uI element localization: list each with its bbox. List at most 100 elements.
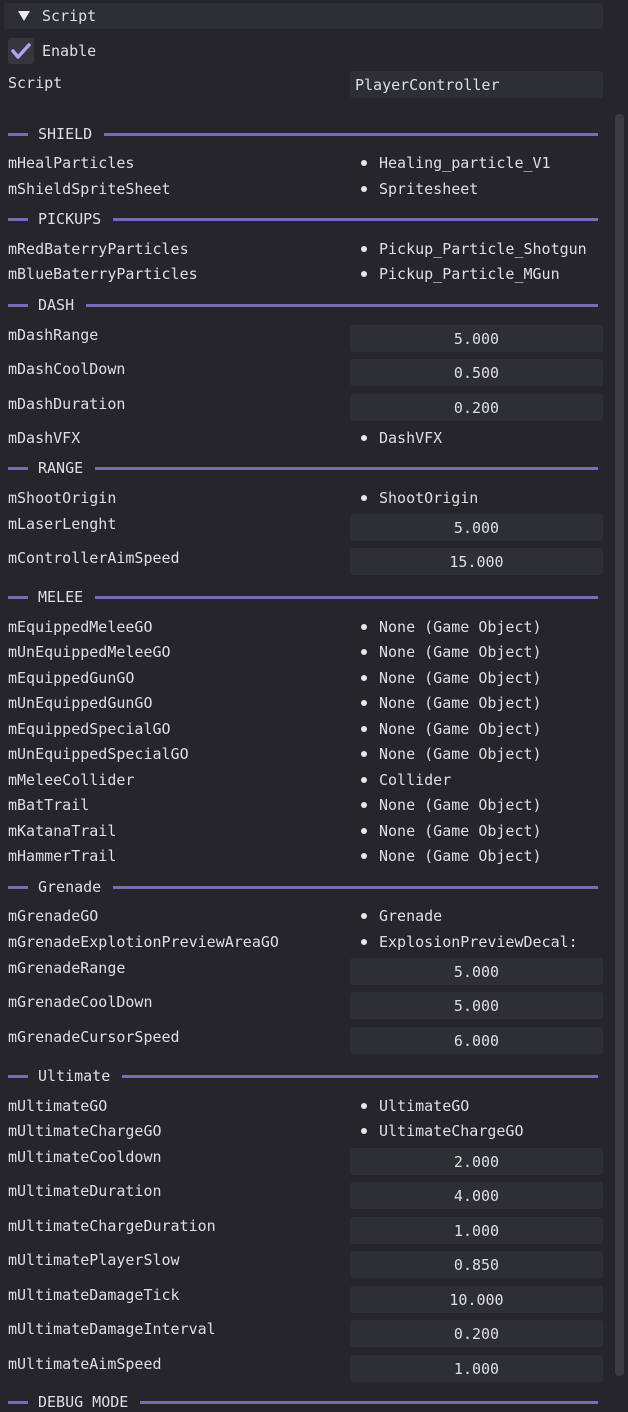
object-ref[interactable]: None (Game Object) bbox=[361, 642, 628, 662]
field-label: mControllerAimSpeed bbox=[8, 549, 180, 567]
field-label: mEquippedSpecialGO bbox=[8, 720, 171, 738]
object-ref[interactable]: ExplosionPreviewDecal: bbox=[361, 932, 628, 952]
object-ref[interactable]: ShootOrigin bbox=[361, 488, 628, 508]
object-ref-value: None (Game Object) bbox=[379, 643, 542, 661]
field-label: mEquippedMeleeGO bbox=[8, 618, 153, 636]
object-dot-icon bbox=[361, 675, 367, 681]
object-ref-value: None (Game Object) bbox=[379, 796, 542, 814]
object-dot-icon bbox=[361, 939, 367, 945]
number-value: 1.000 bbox=[453, 1359, 500, 1378]
field-label: mBlueBaterryParticles bbox=[8, 265, 198, 283]
object-ref[interactable]: Pickup_Particle_MGun bbox=[361, 264, 628, 284]
collapse-triangle-icon[interactable] bbox=[18, 11, 30, 21]
object-ref[interactable]: UltimateGO bbox=[361, 1096, 628, 1116]
script-field[interactable]: PlayerController bbox=[350, 71, 603, 98]
number-field[interactable]: 1.000 bbox=[350, 1355, 603, 1382]
number-field[interactable]: 5.000 bbox=[350, 325, 603, 352]
number-field[interactable]: 15.000 bbox=[350, 548, 603, 575]
object-ref-value: DashVFX bbox=[379, 429, 443, 447]
field-label: mDashRange bbox=[8, 326, 99, 344]
number-value: 5.000 bbox=[453, 518, 500, 537]
enable-toggle[interactable]: Enable bbox=[8, 38, 96, 64]
section-title: RANGE bbox=[38, 459, 84, 477]
number-field[interactable]: 0.500 bbox=[350, 359, 603, 386]
object-ref[interactable]: UltimateChargeGO bbox=[361, 1121, 628, 1141]
object-ref[interactable]: None (Game Object) bbox=[361, 719, 628, 739]
object-ref[interactable]: None (Game Object) bbox=[361, 744, 628, 764]
object-ref-value: Grenade bbox=[379, 907, 443, 925]
field-label: mDashDuration bbox=[8, 395, 126, 413]
field-label: mRedBaterryParticles bbox=[8, 240, 189, 258]
section-pickups: PICKUPS bbox=[8, 209, 598, 229]
section-ultimate: Ultimate bbox=[8, 1066, 598, 1086]
section-title: DASH bbox=[38, 296, 75, 314]
object-ref[interactable]: Healing_particle_V1 bbox=[361, 153, 628, 173]
field-label: mUltimateDamageInterval bbox=[8, 1320, 216, 1338]
enable-checkbox[interactable] bbox=[8, 38, 34, 64]
checkmark-icon bbox=[11, 43, 31, 59]
object-dot-icon bbox=[361, 1128, 367, 1134]
number-field[interactable]: 0.200 bbox=[350, 1320, 603, 1347]
section-grenade: Grenade bbox=[8, 877, 598, 897]
number-field[interactable]: 2.000 bbox=[350, 1148, 603, 1175]
object-dot-icon bbox=[361, 186, 367, 192]
number-field[interactable]: 5.000 bbox=[350, 992, 603, 1019]
number-field[interactable]: 5.000 bbox=[350, 958, 603, 985]
number-value: 5.000 bbox=[453, 996, 500, 1015]
object-dot-icon bbox=[361, 700, 367, 706]
field-label: mUltimateAimSpeed bbox=[8, 1355, 162, 1373]
section-title: DEBUG MODE bbox=[38, 1393, 129, 1411]
object-ref[interactable]: None (Game Object) bbox=[361, 693, 628, 713]
number-value: 0.850 bbox=[453, 1255, 500, 1274]
field-label: mDashCoolDown bbox=[8, 360, 126, 378]
number-field[interactable]: 5.000 bbox=[350, 514, 603, 541]
number-value: 4.000 bbox=[453, 1186, 500, 1205]
object-dot-icon bbox=[361, 435, 367, 441]
object-ref[interactable]: Grenade bbox=[361, 906, 628, 926]
field-label: mUnEquippedGunGO bbox=[8, 694, 153, 712]
number-value: 2.000 bbox=[453, 1152, 500, 1171]
number-field[interactable]: 0.200 bbox=[350, 394, 603, 421]
component-header[interactable]: Script bbox=[4, 3, 603, 29]
object-ref[interactable]: None (Game Object) bbox=[361, 846, 628, 866]
object-ref[interactable]: None (Game Object) bbox=[361, 795, 628, 815]
object-ref[interactable]: Spritesheet bbox=[361, 179, 628, 199]
object-ref-value: Pickup_Particle_MGun bbox=[379, 265, 560, 283]
object-ref-value: Healing_particle_V1 bbox=[379, 154, 551, 172]
object-ref[interactable]: DashVFX bbox=[361, 428, 628, 448]
object-ref[interactable]: None (Game Object) bbox=[361, 821, 628, 841]
section-dash: DASH bbox=[8, 295, 598, 315]
object-ref-value: None (Game Object) bbox=[379, 720, 542, 738]
section-title: Grenade bbox=[38, 878, 102, 896]
object-dot-icon bbox=[361, 751, 367, 757]
field-label: mBatTrail bbox=[8, 796, 90, 814]
section-shield: SHIELD bbox=[8, 124, 598, 144]
object-dot-icon bbox=[361, 913, 367, 919]
field-label: mGrenadeGO bbox=[8, 907, 99, 925]
number-field[interactable]: 4.000 bbox=[350, 1182, 603, 1209]
enable-label: Enable bbox=[42, 42, 97, 60]
field-label: mShieldSpriteSheet bbox=[8, 180, 171, 198]
number-field[interactable]: 10.000 bbox=[350, 1286, 603, 1313]
object-ref-value: UltimateChargeGO bbox=[379, 1122, 524, 1140]
object-ref[interactable]: None (Game Object) bbox=[361, 668, 628, 688]
object-dot-icon bbox=[361, 777, 367, 783]
section-melee: MELEE bbox=[8, 587, 598, 607]
number-field[interactable]: 0.850 bbox=[350, 1251, 603, 1278]
field-label: mUnEquippedSpecialGO bbox=[8, 745, 189, 763]
number-field[interactable]: 1.000 bbox=[350, 1217, 603, 1244]
number-value: 0.200 bbox=[453, 398, 500, 417]
number-value: 5.000 bbox=[453, 329, 500, 348]
object-ref[interactable]: None (Game Object) bbox=[361, 617, 628, 637]
field-label: mGrenadeRange bbox=[8, 959, 126, 977]
object-ref[interactable]: Pickup_Particle_Shotgun bbox=[361, 239, 628, 259]
field-label: mDashVFX bbox=[8, 429, 81, 447]
field-label: mGrenadeCursorSpeed bbox=[8, 1028, 180, 1046]
field-label: mLaserLenght bbox=[8, 515, 117, 533]
object-ref-value: UltimateGO bbox=[379, 1097, 470, 1115]
number-field[interactable]: 6.000 bbox=[350, 1027, 603, 1054]
object-ref[interactable]: Collider bbox=[361, 770, 628, 790]
field-label: mUltimateGO bbox=[8, 1097, 108, 1115]
object-dot-icon bbox=[361, 853, 367, 859]
field-label: mUnEquippedMeleeGO bbox=[8, 643, 171, 661]
